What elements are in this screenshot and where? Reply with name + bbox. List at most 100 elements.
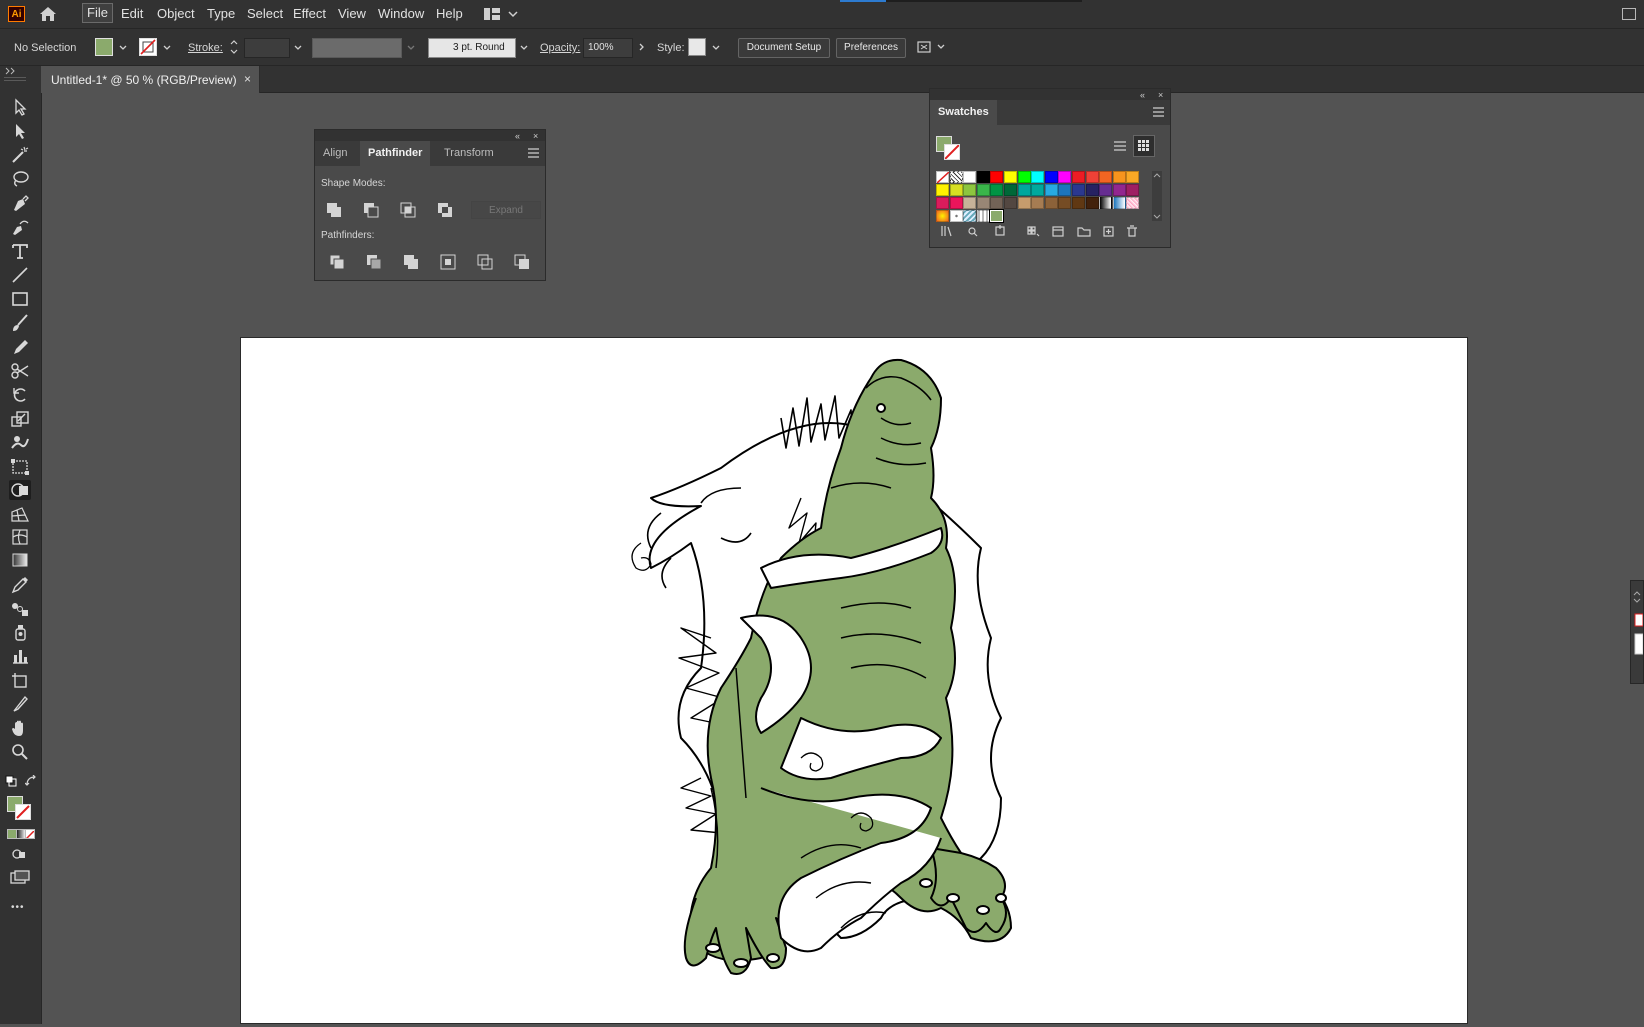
line-tool-icon[interactable] (9, 265, 31, 285)
opacity-label[interactable]: Opacity: (540, 42, 580, 54)
stroke-color-swatch[interactable] (15, 804, 31, 820)
swatch-cell[interactable] (976, 184, 990, 196)
swatch-cell[interactable] (963, 171, 977, 183)
swatch-cell[interactable] (1004, 171, 1017, 183)
variable-width-profile[interactable] (312, 38, 402, 58)
menu-window[interactable]: Window (378, 6, 424, 21)
eyedropper-tool-icon[interactable] (9, 574, 31, 594)
collapse-panel-icon[interactable]: « (515, 131, 520, 141)
perspective-grid-tool-icon[interactable] (9, 504, 31, 524)
fill-swatch[interactable] (95, 38, 113, 56)
minus-front-icon[interactable] (362, 201, 380, 219)
swatch-cell[interactable] (963, 184, 977, 196)
minus-back-icon[interactable] (513, 253, 531, 271)
screen-mode-icon[interactable] (10, 870, 30, 884)
direct-selection-tool-icon[interactable] (9, 121, 31, 141)
panel-toggle-icon[interactable] (1622, 8, 1636, 20)
warp-tool-icon[interactable] (9, 433, 31, 453)
swatch-cell[interactable] (1031, 184, 1045, 196)
type-tool-icon[interactable] (9, 241, 31, 261)
swatch-cell[interactable] (963, 210, 977, 222)
swatch-cell[interactable] (990, 171, 1004, 183)
merge-icon[interactable] (402, 253, 420, 271)
paintbrush-tool-icon[interactable] (9, 313, 31, 333)
swatch-cell[interactable] (1126, 184, 1140, 196)
swatch-cell[interactable] (1031, 171, 1045, 183)
swatch-cell[interactable] (1072, 197, 1085, 209)
list-view-icon[interactable] (1113, 139, 1127, 153)
swatch-scrollbar[interactable] (1152, 171, 1162, 221)
arrange-documents-icon[interactable] (916, 38, 948, 56)
swatch-cell[interactable] (1058, 171, 1072, 183)
gradient-tool-icon[interactable] (9, 550, 31, 570)
tab-align[interactable]: Align (315, 141, 355, 166)
pen-tool-icon[interactable] (9, 193, 31, 213)
swatch-cell[interactable] (949, 171, 963, 183)
symbol-sprayer-tool-icon[interactable] (9, 622, 31, 642)
intersect-icon[interactable] (399, 201, 417, 219)
swatch-cell[interactable] (1017, 184, 1031, 196)
swatch-cell[interactable] (1004, 197, 1017, 209)
swatch-cell[interactable] (1126, 171, 1140, 183)
unite-icon[interactable] (325, 201, 343, 219)
rectangle-tool-icon[interactable] (9, 289, 31, 309)
panel-menu-icon[interactable] (1153, 107, 1164, 117)
tab-pathfinder[interactable]: Pathfinder (360, 141, 431, 166)
menu-edit[interactable]: Edit (121, 6, 143, 21)
swatch-cell[interactable] (936, 184, 949, 196)
home-icon[interactable] (38, 6, 58, 22)
trim-icon[interactable] (365, 253, 383, 271)
default-fill-stroke-icon[interactable] (5, 775, 17, 787)
close-icon[interactable]: × (1158, 90, 1163, 100)
divide-icon[interactable] (328, 253, 346, 271)
pencil-tool-icon[interactable] (9, 337, 31, 357)
close-icon[interactable]: × (244, 72, 251, 86)
menu-select[interactable]: Select (247, 6, 283, 21)
swatch-cell[interactable] (990, 210, 1004, 222)
tab-transform[interactable]: Transform (436, 141, 502, 166)
artboard-tool-icon[interactable] (9, 670, 31, 690)
chevron-down-icon[interactable] (520, 44, 528, 52)
swatch-cell[interactable] (976, 197, 990, 209)
menu-file[interactable]: File (82, 3, 113, 23)
swatch-cell[interactable] (990, 197, 1004, 209)
collapse-toolbar-icon[interactable] (5, 67, 17, 75)
menu-type[interactable]: Type (207, 6, 235, 21)
swatch-cell[interactable] (1031, 197, 1045, 209)
menu-help[interactable]: Help (436, 6, 463, 21)
swatch-cell[interactable] (936, 171, 950, 184)
rotate-tool-icon[interactable] (9, 385, 31, 405)
document-setup-button[interactable]: Document Setup (738, 38, 830, 58)
menu-object[interactable]: Object (157, 6, 195, 21)
graphic-style-swatch[interactable] (688, 38, 706, 56)
workspace-switcher-icon[interactable] (484, 8, 518, 20)
swatch-cell[interactable] (1112, 171, 1126, 183)
swatch-cell[interactable] (949, 210, 963, 222)
zoom-tool-icon[interactable] (9, 742, 31, 762)
selection-tool-icon[interactable] (9, 97, 31, 117)
curvature-tool-icon[interactable] (9, 217, 31, 237)
chevron-down-icon[interactable] (712, 44, 720, 52)
swatch-actions-bar[interactable] (940, 224, 1150, 238)
swatch-cell[interactable] (1085, 184, 1099, 196)
menu-view[interactable]: View (338, 6, 366, 21)
grid-view-icon[interactable] (1133, 135, 1155, 157)
swatch-cell[interactable] (1017, 197, 1031, 209)
stroke-swatch[interactable] (139, 38, 157, 56)
chevron-right-icon[interactable] (638, 43, 646, 51)
swatch-cell[interactable] (936, 210, 949, 222)
slice-tool-icon[interactable] (9, 694, 31, 714)
stroke-label[interactable]: Stroke: (188, 42, 223, 54)
swatch-cell[interactable] (1099, 184, 1113, 196)
lasso-tool-icon[interactable] (9, 169, 31, 189)
swatch-cell[interactable] (949, 197, 963, 209)
magic-wand-tool-icon[interactable] (9, 145, 31, 165)
scissors-tool-icon[interactable] (9, 361, 31, 381)
swatch-cell[interactable] (1099, 197, 1113, 209)
swatch-cell[interactable] (1112, 184, 1126, 196)
shape-builder-tool-icon[interactable] (9, 480, 31, 500)
panel-menu-icon[interactable] (528, 148, 539, 158)
document-tab[interactable]: Untitled-1* @ 50 % (RGB/Preview) × (41, 66, 260, 93)
collapse-panel-icon[interactable]: « (1140, 90, 1145, 100)
swap-fill-stroke-icon[interactable] (25, 775, 37, 787)
